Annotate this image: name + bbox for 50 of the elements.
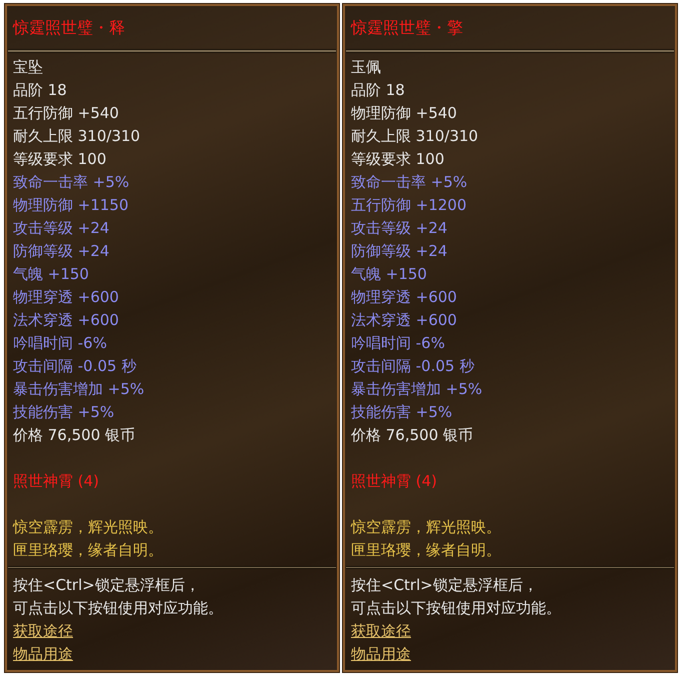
flavor-text: 匣里珞璎，缘者自明。 — [351, 540, 502, 560]
item-title: 惊霆照世璧・擎 — [350, 17, 464, 39]
stat-line: 价格 76,500 银币 — [351, 424, 474, 446]
stat-line: 等级要求 100 — [13, 148, 108, 170]
stat-line: 耐久上限 310/310 — [351, 126, 480, 146]
flavor-text: 惊空霹雳，辉光照映。 — [13, 516, 164, 538]
item-link[interactable]: 物品用途 — [13, 643, 73, 666]
set-name: 照世神霄 (4) — [13, 470, 100, 492]
flavor-text: 匣里珞璎，缘者自明。 — [13, 540, 164, 560]
stat-line: 品阶 18 — [351, 80, 406, 100]
hint-text: 可点击以下按钮使用对应功能。 — [13, 598, 224, 619]
item-link[interactable]: 获取途径 — [13, 620, 73, 643]
stat-line: 技能伤害 +5% — [13, 402, 116, 422]
stat-line: 耐久上限 310/310 — [13, 126, 142, 146]
stat-line: 法术穿透 +600 — [351, 310, 458, 330]
stat-line: 防御等级 +24 — [13, 240, 110, 262]
hint-text: 按住<Ctrl>锁定悬浮框后， — [13, 575, 201, 596]
stat-line: 物理穿透 +600 — [13, 286, 120, 308]
stat-line: 攻击间隔 -0.05 秒 — [13, 356, 138, 376]
flavor-text: 惊空霹雳，辉光照映。 — [351, 516, 502, 538]
stat-line: 攻击等级 +24 — [13, 218, 110, 238]
stat-line: 法术穿透 +600 — [13, 310, 120, 330]
stat-line: 物理穿透 +600 — [351, 286, 458, 308]
stat-line: 暴击伤害增加 +5% — [13, 378, 146, 400]
stat-line: 致命一击率 +5% — [351, 172, 468, 192]
stat-line: 吟唱时间 -6% — [351, 332, 446, 354]
stat-line: 攻击间隔 -0.05 秒 — [351, 356, 476, 376]
stat-line: 暴击伤害增加 +5% — [351, 378, 484, 400]
hint-text: 可点击以下按钮使用对应功能。 — [351, 598, 562, 619]
stat-line: 物理防御 +540 — [351, 102, 458, 124]
set-name: 照世神霄 (4) — [351, 470, 438, 492]
stat-line: 气魄 +150 — [351, 264, 428, 284]
item-type: 玉佩 — [351, 56, 382, 78]
stat-line: 技能伤害 +5% — [351, 402, 454, 422]
stat-line: 物理防御 +1150 — [13, 194, 130, 216]
item-title: 惊霆照世璧・释 — [12, 17, 126, 39]
item-link[interactable]: 获取途径 — [351, 620, 411, 643]
stat-line: 气魄 +150 — [13, 264, 90, 284]
stat-line: 等级要求 100 — [351, 148, 446, 170]
stat-line: 价格 76,500 银币 — [13, 424, 136, 446]
stat-line: 攻击等级 +24 — [351, 218, 448, 238]
stat-line: 致命一击率 +5% — [13, 172, 130, 192]
stat-line: 品阶 18 — [13, 80, 68, 100]
stat-line: 防御等级 +24 — [351, 240, 448, 262]
hint-text: 按住<Ctrl>锁定悬浮框后， — [351, 575, 539, 596]
stat-line: 五行防御 +1200 — [351, 194, 468, 216]
stat-line: 吟唱时间 -6% — [13, 332, 108, 354]
item-link[interactable]: 物品用途 — [351, 643, 411, 666]
item-type: 宝坠 — [13, 56, 44, 78]
stat-line: 五行防御 +540 — [13, 102, 120, 124]
